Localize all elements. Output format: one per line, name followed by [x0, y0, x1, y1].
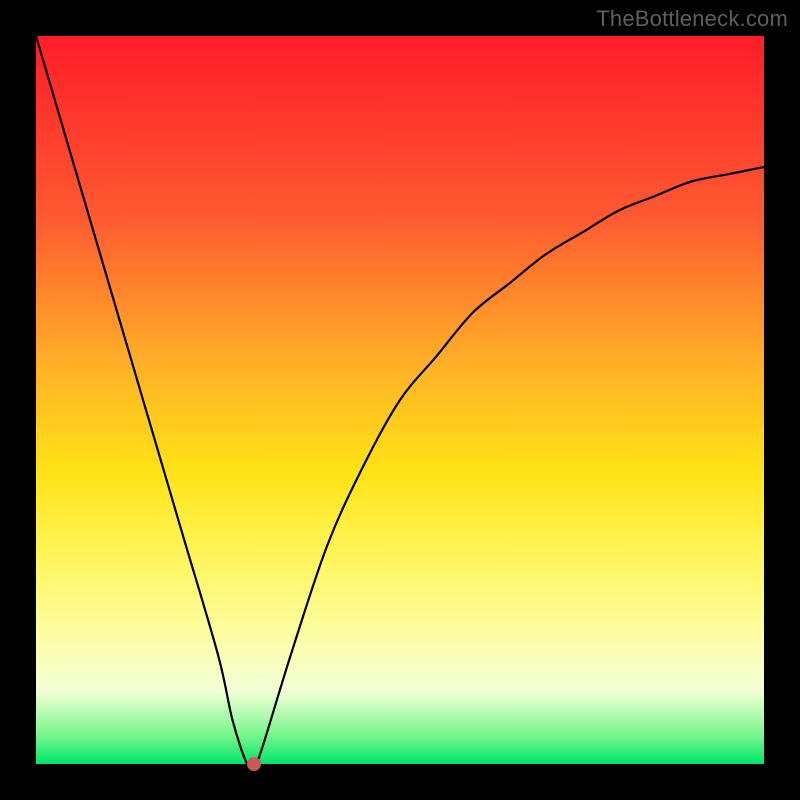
plot-area [36, 36, 764, 764]
chart-frame: TheBottleneck.com [0, 0, 800, 800]
watermark-text: TheBottleneck.com [596, 6, 788, 32]
optimal-point-marker [247, 757, 261, 771]
bottleneck-curve [36, 36, 764, 764]
curve-svg [36, 36, 764, 764]
